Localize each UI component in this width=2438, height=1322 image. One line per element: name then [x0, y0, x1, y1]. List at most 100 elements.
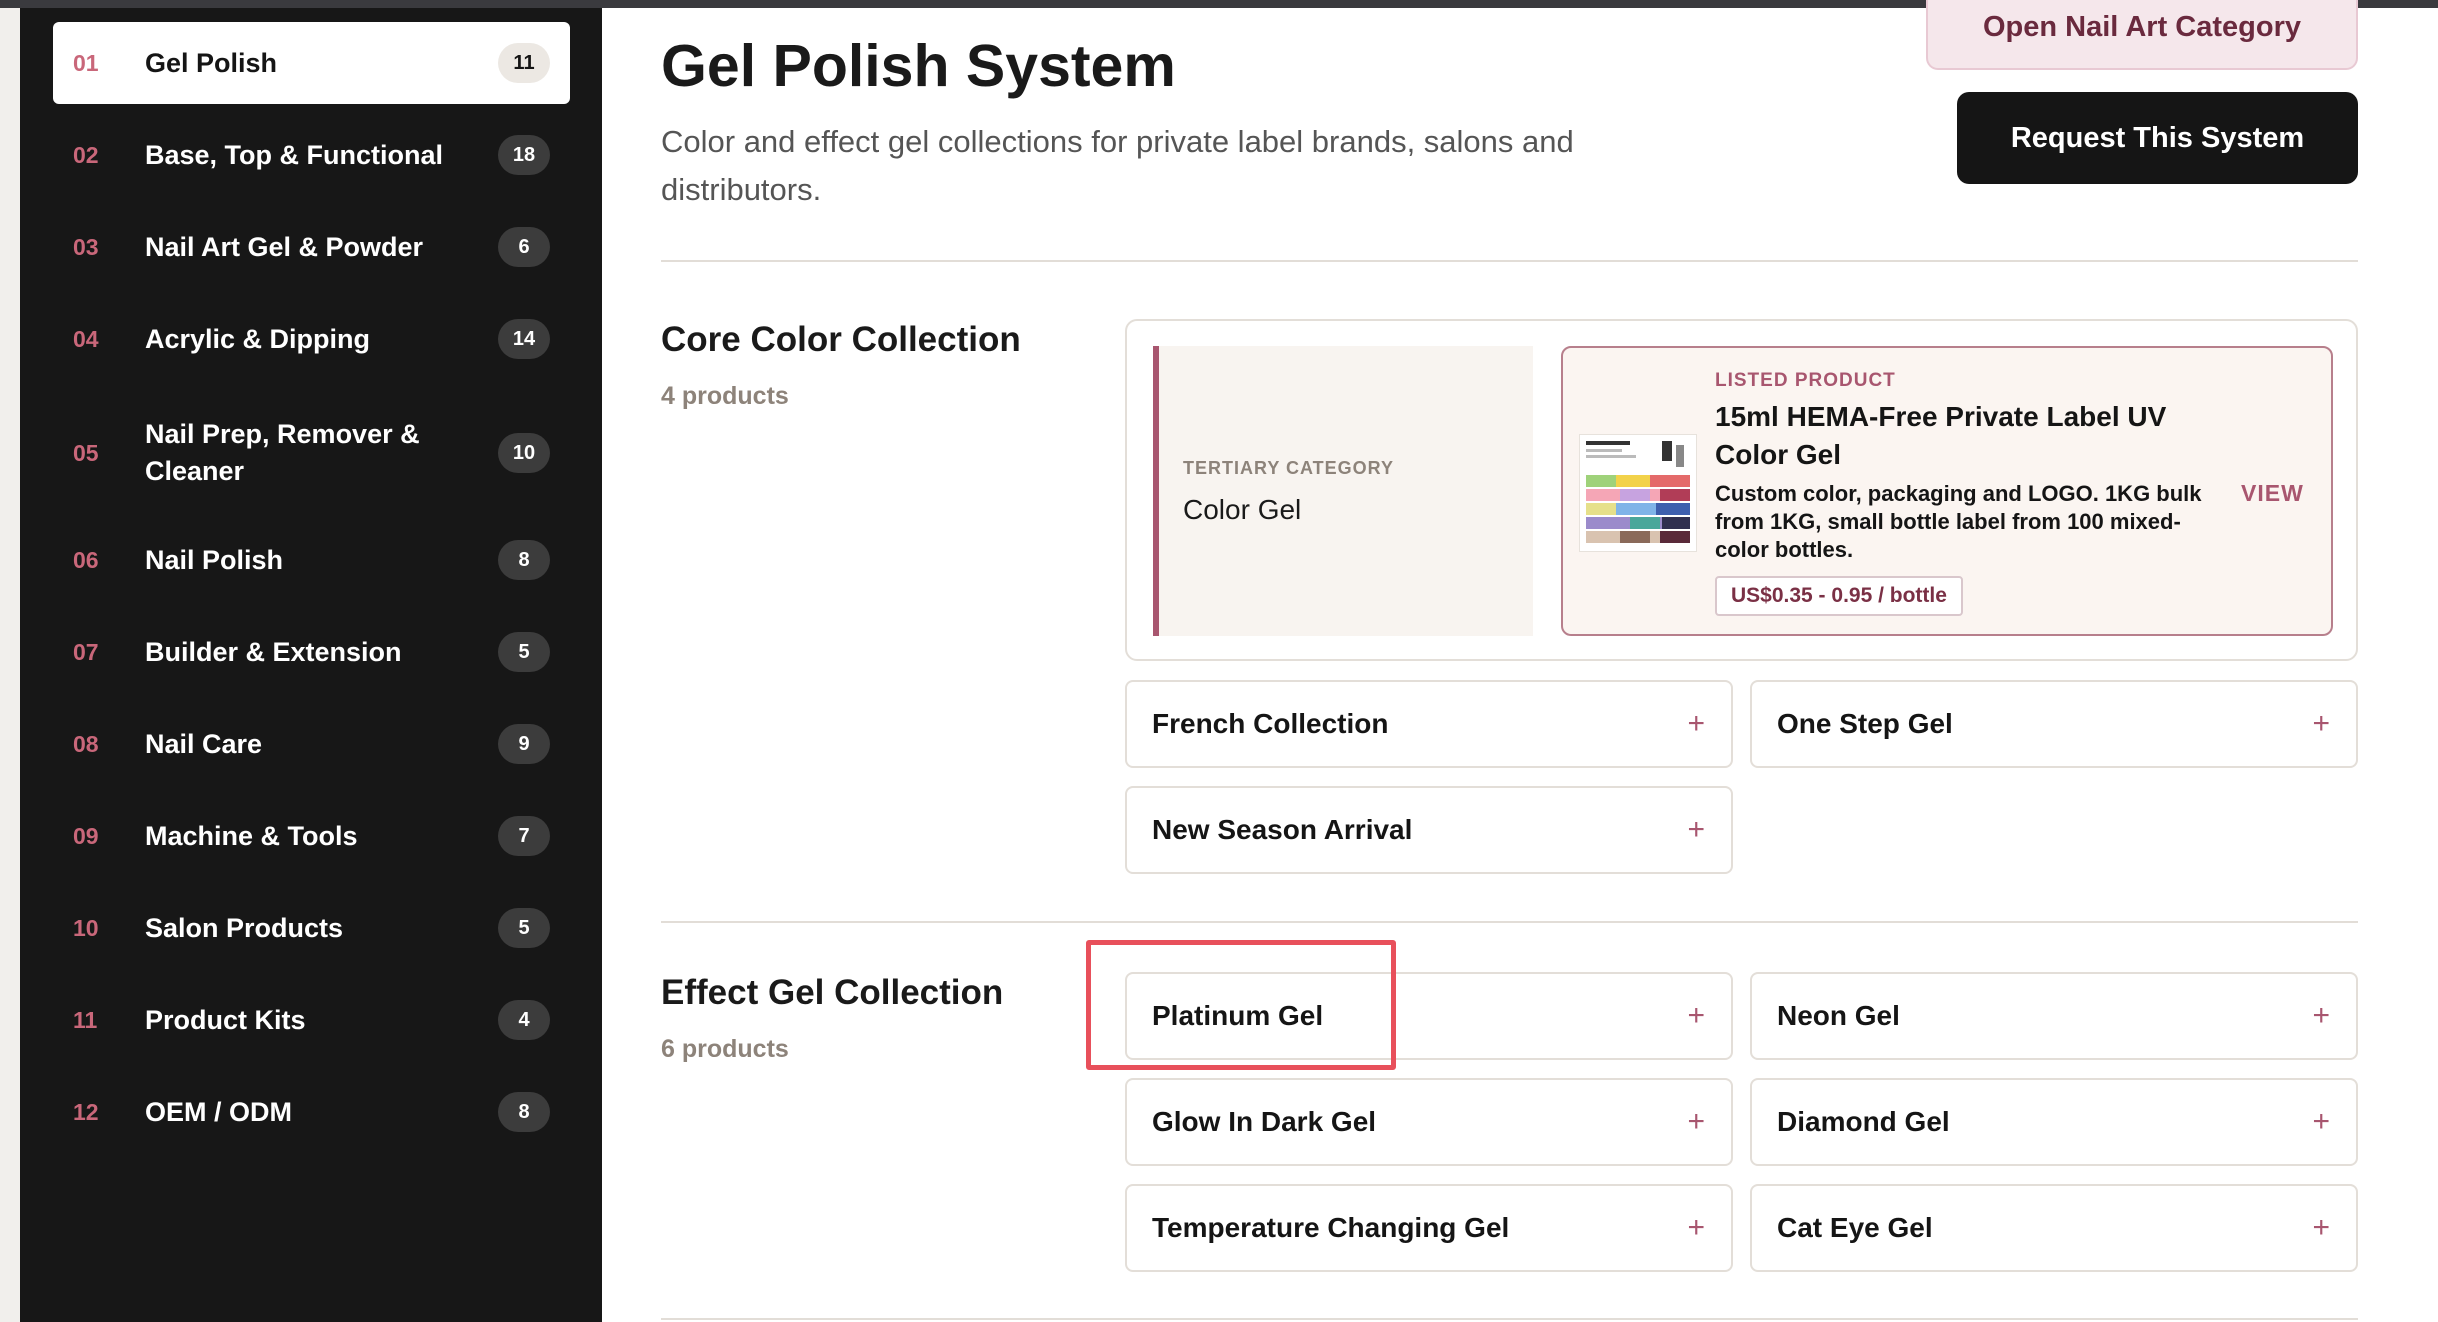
collection-item-label: French Collection — [1152, 708, 1389, 739]
page-description: Color and effect gel collections for pri… — [661, 124, 1574, 207]
sidebar-item-oem-odm[interactable]: 12 OEM / ODM 8 — [53, 1071, 570, 1153]
sidebar-item-number: 02 — [73, 141, 99, 168]
page-title: Gel Polish System — [661, 33, 1176, 99]
section-divider — [661, 1318, 2358, 1320]
collection-item-label: Cat Eye Gel — [1777, 1212, 1933, 1243]
sidebar-item-gel-polish[interactable]: 01 Gel Polish 11 — [53, 22, 570, 104]
sidebar-item-number: 04 — [73, 325, 99, 352]
tertiary-category-caption: TERTIARY CATEGORY — [1183, 458, 1395, 478]
collection-item-label: Diamond Gel — [1777, 1106, 1950, 1137]
sidebar-item-label: Acrylic & Dipping — [145, 323, 371, 354]
sidebar-item-number: 03 — [73, 233, 99, 260]
sidebar-item-product-kits[interactable]: 11 Product Kits 4 — [53, 979, 570, 1061]
sidebar-item-label: Salon Products — [145, 912, 344, 943]
sidebar-item-count-badge: 5 — [498, 908, 550, 948]
left-edge — [0, 8, 20, 1322]
plus-icon: + — [1687, 813, 1705, 846]
sidebar-item-count-badge: 9 — [498, 724, 550, 764]
sidebar-item-label: Machine & Tools — [145, 820, 358, 851]
color-chart-image — [1580, 435, 1696, 551]
sidebar-item-count-badge: 18 — [498, 135, 550, 175]
product-price-badge: US$0.35 - 0.95 / bottle — [1715, 576, 1963, 616]
sidebar-item-count-badge: 8 — [498, 1092, 550, 1132]
sidebar-item-count-badge: 6 — [498, 227, 550, 267]
collection-item-label: One Step Gel — [1777, 708, 1953, 739]
sidebar-item-base-top-functional[interactable]: 02 Base, Top & Functional 18 — [53, 114, 570, 196]
sidebar-item-count-badge: 5 — [498, 632, 550, 672]
sidebar-item-number: 06 — [73, 546, 99, 573]
sidebar-item-number: 11 — [73, 1006, 98, 1033]
collection-item-label: New Season Arrival — [1152, 814, 1413, 845]
sidebar-item-number: 07 — [73, 638, 99, 665]
collection-item-label: Temperature Changing Gel — [1152, 1212, 1510, 1243]
core-collection-title: Core Color Collection — [661, 320, 1021, 359]
plus-icon: + — [1687, 1105, 1705, 1138]
plus-icon: + — [1687, 999, 1705, 1032]
sidebar-item-count-badge: 11 — [498, 43, 550, 83]
sidebar-item-count-badge: 8 — [498, 540, 550, 580]
plus-icon: + — [2312, 1211, 2330, 1244]
collection-item-glow-in-dark-gel[interactable]: Glow In Dark Gel + — [1125, 1078, 1733, 1166]
sidebar-item-number: 05 — [73, 439, 99, 466]
sidebar-item-count-badge: 14 — [498, 319, 550, 359]
plus-icon: + — [2312, 999, 2330, 1032]
open-nail-art-category-button[interactable]: Open Nail Art Category — [1926, 0, 2358, 70]
sidebar-item-acrylic-dipping[interactable]: 04 Acrylic & Dipping 14 — [53, 298, 570, 380]
product-title: 15ml HEMA-Free Private Label UV Color Ge… — [1715, 401, 2167, 470]
sidebar-item-label: Product Kits — [145, 1004, 306, 1035]
request-system-button[interactable]: Request This System — [1957, 92, 2358, 184]
sidebar-item-label: OEM / ODM — [145, 1096, 292, 1127]
sidebar-item-label: Nail Art Gel & Powder — [145, 231, 424, 262]
plus-icon: + — [2312, 1105, 2330, 1138]
sidebar-item-machine-tools[interactable]: 09 Machine & Tools 7 — [53, 795, 570, 877]
sidebar-item-label: Nail Polish — [145, 544, 284, 575]
sidebar-item-count-badge: 10 — [498, 433, 550, 473]
view-product-link[interactable]: VIEW — [2241, 480, 2304, 507]
plus-icon: + — [2312, 707, 2330, 740]
listed-product-caption: LISTED PRODUCT — [1715, 370, 1896, 391]
collection-item-french-collection[interactable]: French Collection + — [1125, 680, 1733, 768]
core-collection-count: 4 products — [661, 382, 789, 410]
collection-item-new-season-arrival[interactable]: New Season Arrival + — [1125, 786, 1733, 874]
product-description: Custom color, packaging and LOGO. 1KG bu… — [1715, 481, 2202, 562]
core-collection-expanded-panel: TERTIARY CATEGORY Color Gel LISTED PRODU… — [1125, 319, 2358, 661]
section-divider — [661, 921, 2358, 923]
sidebar-item-label: Nail Prep, Remover & Cleaner — [145, 419, 420, 486]
category-sidebar: 01 Gel Polish 11 02 Base, Top & Function… — [20, 8, 602, 1322]
sidebar-item-nail-polish[interactable]: 06 Nail Polish 8 — [53, 519, 570, 601]
sidebar-item-number: 01 — [73, 49, 99, 76]
sidebar-item-label: Builder & Extension — [145, 636, 402, 667]
collection-item-temperature-changing-gel[interactable]: Temperature Changing Gel + — [1125, 1184, 1733, 1272]
collection-item-diamond-gel[interactable]: Diamond Gel + — [1750, 1078, 2358, 1166]
sidebar-item-nail-prep-remover-cleaner[interactable]: 05 Nail Prep, Remover & Cleaner 10 — [53, 408, 570, 498]
sidebar-item-count-badge: 7 — [498, 816, 550, 856]
collection-item-label: Neon Gel — [1777, 1000, 1900, 1031]
sidebar-item-nail-art-gel-powder[interactable]: 03 Nail Art Gel & Powder 6 — [53, 206, 570, 288]
sidebar-item-label: Gel Polish — [145, 47, 278, 78]
sidebar-item-number: 09 — [73, 822, 99, 849]
plus-icon: + — [1687, 707, 1705, 740]
sidebar-item-number: 12 — [73, 1098, 99, 1125]
collection-item-one-step-gel[interactable]: One Step Gel + — [1750, 680, 2358, 768]
section-divider — [661, 260, 2358, 262]
product-thumbnail-image — [1579, 434, 1697, 552]
sidebar-item-label: Base, Top & Functional — [145, 139, 444, 170]
collection-item-neon-gel[interactable]: Neon Gel + — [1750, 972, 2358, 1060]
sidebar-item-builder-extension[interactable]: 07 Builder & Extension 5 — [53, 611, 570, 693]
sidebar-item-number: 08 — [73, 730, 99, 757]
effect-collection-title: Effect Gel Collection — [661, 973, 1004, 1012]
collection-item-label: Glow In Dark Gel — [1152, 1106, 1377, 1137]
tertiary-category-box[interactable]: TERTIARY CATEGORY Color Gel — [1153, 346, 1533, 636]
sidebar-item-salon-products[interactable]: 10 Salon Products 5 — [53, 887, 570, 969]
sidebar-item-count-badge: 4 — [498, 1000, 550, 1040]
sidebar-item-label: Nail Care — [145, 728, 263, 759]
listed-product-card[interactable]: LISTED PRODUCT 15ml HEMA-Free Private La… — [1561, 346, 2333, 636]
tertiary-category-name: Color Gel — [1183, 494, 1302, 525]
plus-icon: + — [1687, 1211, 1705, 1244]
effect-collection-count: 6 products — [661, 1035, 789, 1063]
collection-item-platinum-gel[interactable]: Platinum Gel + — [1125, 972, 1733, 1060]
sidebar-item-nail-care[interactable]: 08 Nail Care 9 — [53, 703, 570, 785]
sidebar-item-number: 10 — [73, 914, 99, 941]
collection-item-label: Platinum Gel — [1152, 1000, 1324, 1031]
collection-item-cat-eye-gel[interactable]: Cat Eye Gel + — [1750, 1184, 2358, 1272]
